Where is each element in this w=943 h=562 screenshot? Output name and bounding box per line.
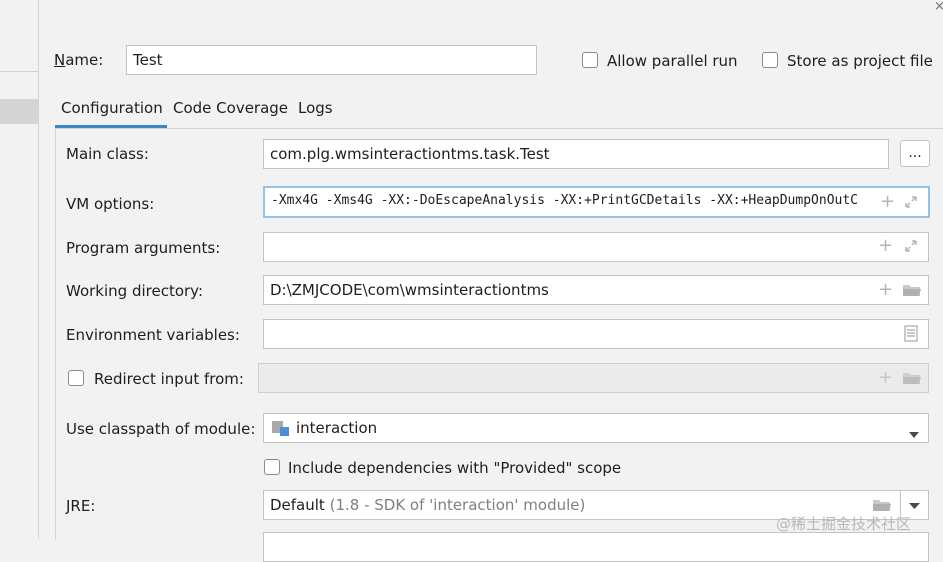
store-as-project-file-label: Store as project file	[787, 52, 933, 70]
browse-main-class-button[interactable]: ...	[900, 140, 930, 167]
tab-code-coverage[interactable]: Code Coverage	[173, 99, 288, 117]
vm-options-input[interactable]: -Xmx4G -Xms4G -XX:-DoEscapeAnalysis -XX:…	[263, 186, 930, 218]
jre-folder-icon[interactable]	[872, 497, 892, 513]
close-icon[interactable]: ×	[934, 0, 943, 13]
name-label-text: ame:	[65, 51, 104, 69]
program-arguments-add-icon[interactable]: +	[878, 237, 893, 255]
classpath-chevron-down-icon[interactable]	[908, 424, 920, 438]
environment-variables-label: Environment variables:	[66, 326, 240, 344]
tab-logs[interactable]: Logs	[298, 99, 333, 117]
working-directory-input[interactable]: D:\ZMJCODE\com\wmsinteractiontms	[263, 275, 929, 305]
program-arguments-label: Program arguments:	[66, 239, 221, 257]
vm-options-add-icon[interactable]: +	[878, 193, 898, 211]
module-icon	[272, 420, 290, 436]
sidebar-divider	[0, 71, 38, 72]
jre-detail-text: (1.8 - SDK of 'interaction' module)	[329, 496, 586, 514]
redirect-input-field[interactable]	[258, 363, 929, 393]
vm-options-expand-icon[interactable]	[903, 194, 919, 210]
name-label-mnemonic: N	[54, 51, 66, 69]
working-directory-add-icon[interactable]: +	[878, 281, 893, 299]
allow-parallel-run-checkbox[interactable]	[582, 52, 598, 68]
environment-variables-input[interactable]	[263, 319, 929, 349]
redirect-input-folder-icon[interactable]	[902, 370, 922, 386]
redirect-input-label: Redirect input from:	[94, 370, 244, 388]
redirect-input-checkbox[interactable]	[68, 370, 84, 386]
classpath-module-select[interactable]: interaction	[263, 413, 929, 443]
watermark: @稀土掘金技术社区	[776, 515, 912, 533]
classpath-module-label: Use classpath of module:	[66, 420, 256, 438]
main-class-label: Main class:	[66, 145, 149, 163]
program-arguments-input[interactable]	[263, 232, 929, 262]
include-provided-deps-label: Include dependencies with "Provided" sco…	[288, 459, 622, 477]
working-directory-folder-icon[interactable]	[902, 282, 922, 298]
tab-configuration[interactable]: Configuration	[61, 99, 163, 117]
jre-label: JRE:	[66, 497, 96, 515]
working-directory-label: Working directory:	[66, 282, 204, 300]
jre-default-text: Default	[270, 496, 325, 514]
include-provided-deps-checkbox[interactable]	[264, 459, 280, 475]
name-label: Name:	[54, 51, 103, 69]
redirect-input-add-icon[interactable]: +	[878, 369, 893, 387]
store-as-project-file-checkbox[interactable]	[762, 52, 778, 68]
environment-variables-document-icon[interactable]	[904, 325, 918, 342]
next-field-partial[interactable]	[263, 532, 929, 562]
sidebar-selected-item[interactable]	[0, 99, 38, 124]
vm-options-label: VM options:	[66, 195, 155, 213]
allow-parallel-run-label: Allow parallel run	[607, 52, 738, 70]
name-input[interactable]: Test	[126, 45, 537, 75]
main-class-input[interactable]: com.plg.wmsinteractiontms.task.Test	[263, 139, 889, 169]
program-arguments-expand-icon[interactable]	[903, 238, 919, 254]
config-tree-sidebar	[0, 0, 39, 539]
